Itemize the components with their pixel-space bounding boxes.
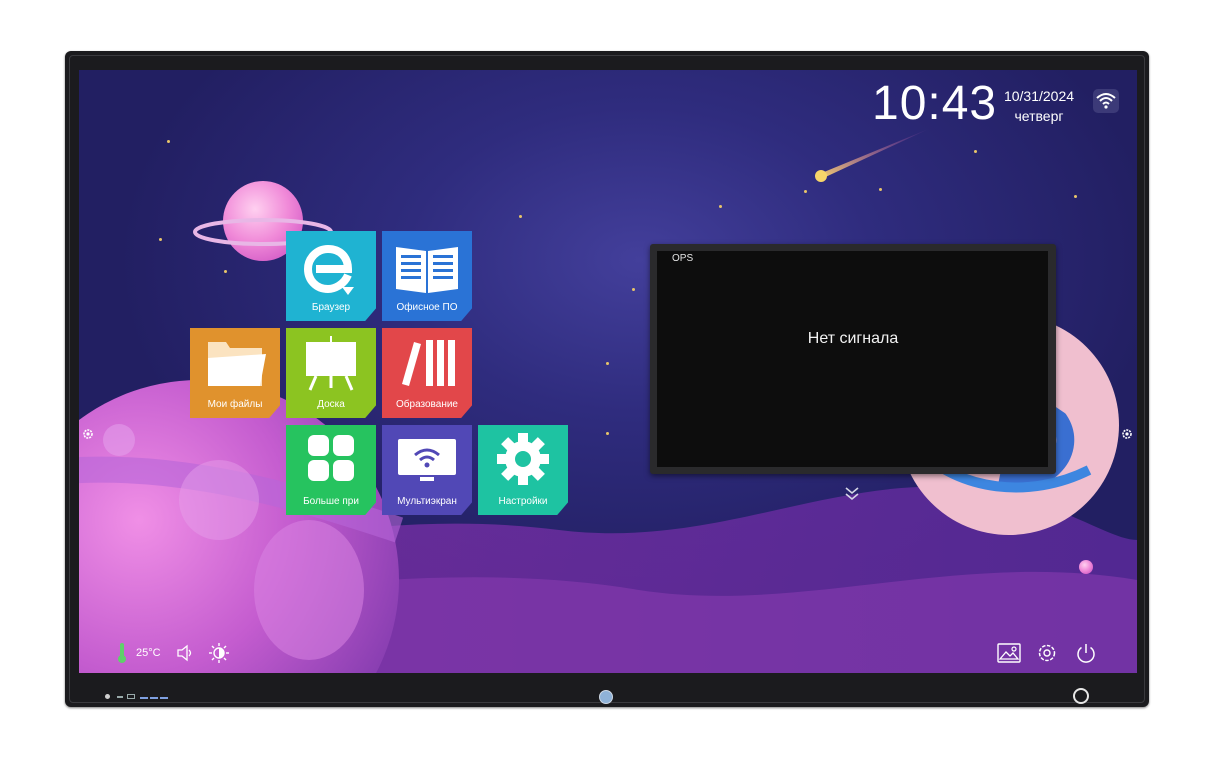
- app-tile-settings[interactable]: Настройки: [478, 425, 568, 515]
- star: [719, 205, 722, 208]
- app-tile-browser[interactable]: Браузер: [286, 231, 376, 321]
- bezel-button[interactable]: [150, 697, 158, 699]
- app-tile-my-files[interactable]: Мои файлы: [190, 328, 280, 418]
- bezel-button[interactable]: [140, 697, 148, 699]
- app-tile-more-apps[interactable]: Больше при: [286, 425, 376, 515]
- volume-icon[interactable]: [176, 644, 194, 667]
- app-label: Доска: [317, 399, 345, 410]
- folder-icon: [208, 342, 266, 386]
- star: [159, 238, 162, 241]
- camera-sensor: [599, 690, 613, 704]
- star: [1074, 195, 1077, 198]
- app-tile-education[interactable]: Образование: [382, 328, 472, 418]
- star: [224, 270, 227, 273]
- clock-time: 10:43: [872, 77, 998, 130]
- app-tile-whiteboard[interactable]: Доска: [286, 328, 376, 418]
- books-icon: [402, 340, 455, 386]
- side-right-gear-icon[interactable]: [1121, 427, 1133, 445]
- source-title: OPS: [672, 253, 694, 264]
- app-label: Образование: [396, 399, 458, 410]
- app-label: Браузер: [311, 302, 351, 313]
- thermometer-icon: [116, 642, 128, 669]
- gear-icon: [497, 433, 549, 485]
- star: [632, 288, 635, 291]
- side-left-gear-icon[interactable]: [82, 427, 94, 445]
- app-label: Офисное ПО: [396, 302, 458, 313]
- app-label: Мультиэкран: [397, 496, 457, 507]
- star: [879, 188, 882, 191]
- settings-gear-icon[interactable]: [1036, 642, 1058, 669]
- star: [167, 140, 170, 143]
- app-tile-office[interactable]: Офисное ПО: [382, 231, 472, 321]
- star: [804, 190, 807, 193]
- indicator-light: [105, 694, 110, 699]
- star: [606, 362, 609, 365]
- grid-icon: [308, 435, 354, 481]
- date-text: 10/31/2024: [1003, 88, 1075, 104]
- no-signal-message: Нет сигнала: [807, 330, 899, 347]
- book-icon: [396, 247, 458, 293]
- double-chevron-down-icon[interactable]: [844, 485, 860, 506]
- bezel-power-button[interactable]: [1073, 688, 1089, 704]
- star: [519, 215, 522, 218]
- app-label: Мои файлы: [207, 399, 263, 410]
- source-preview-window[interactable]: [650, 244, 1056, 474]
- star: [606, 432, 609, 435]
- browser-e-icon: [303, 244, 354, 295]
- app-label: Настройки: [498, 496, 548, 507]
- whiteboard-icon: [306, 336, 356, 391]
- power-icon[interactable]: [1075, 642, 1097, 669]
- app-label: Больше при: [303, 496, 359, 507]
- wifi-icon[interactable]: [1093, 89, 1119, 113]
- weekday-text: четверг: [1014, 108, 1064, 124]
- screen-share-icon: [398, 439, 456, 481]
- app-tile-multiscreen[interactable]: Мультиэкран: [382, 425, 472, 515]
- image-icon[interactable]: [997, 643, 1021, 668]
- brightness-icon[interactable]: [208, 642, 230, 669]
- bezel-port: [117, 696, 123, 698]
- temperature-text: 25°C: [136, 647, 161, 659]
- bezel-port: [127, 694, 135, 699]
- date-block: 10/31/2024 четверг: [998, 86, 1080, 126]
- star: [974, 150, 977, 153]
- bezel-button[interactable]: [160, 697, 168, 699]
